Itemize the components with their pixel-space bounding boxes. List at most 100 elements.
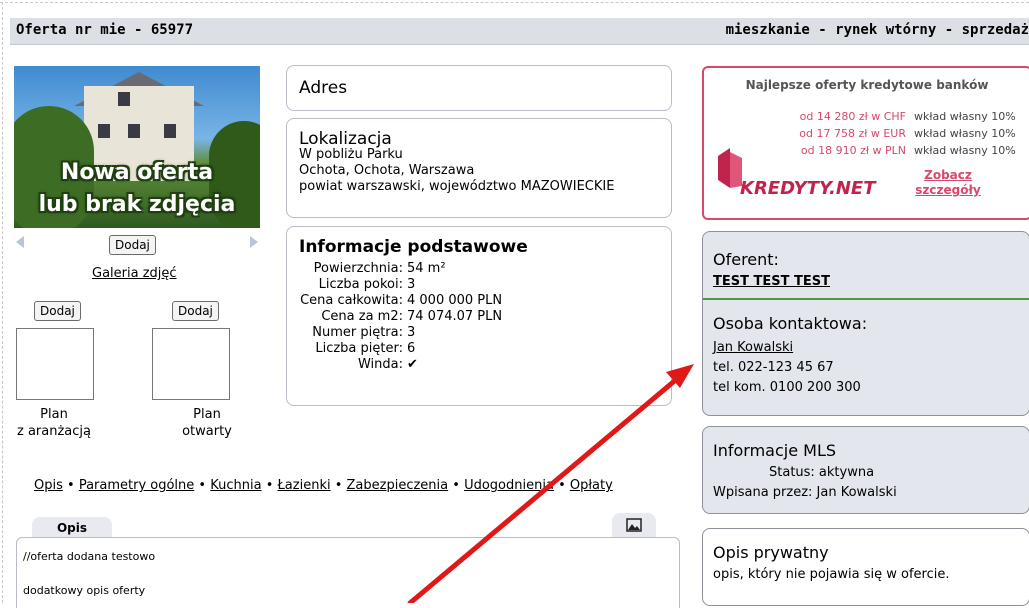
location-title: Lokalizacja [299, 129, 392, 149]
credit-deposit: wkład własny 10% [914, 144, 1016, 157]
nav-link[interactable]: Zabezpieczenia [347, 478, 449, 493]
basic-info-value: 3 [407, 277, 416, 292]
credit-ad-banner[interactable]: Najlepsze oferty kredytowe banków od 14 … [702, 66, 1029, 220]
credit-row: od 14 280 zł w CHF wkład własny 10% [766, 110, 1016, 123]
description-line2: dodatkowy opis oferty [23, 584, 146, 597]
basic-info-value: ✔ [407, 357, 418, 372]
location-panel: Lokalizacja W pobliżu Parku Ochota, Ocho… [286, 118, 672, 218]
nav-separator: • [261, 478, 278, 493]
plan-caption-line2: z aranżacją [17, 424, 91, 439]
nav-link[interactable]: Parametry ogólne [79, 478, 194, 493]
window [98, 124, 110, 138]
add-plan-arrangement-button[interactable]: Dodaj [34, 301, 81, 321]
basic-info-key: Cena całkowita: [300, 293, 403, 308]
basic-info-panel: Informacje podstawowe Powierzchnia: 54 m²… [286, 226, 672, 406]
private-note-panel: Opis prywatny opis, który nie pojawia si… [702, 528, 1029, 606]
address-panel: Adres [286, 65, 672, 111]
nav-separator: • [448, 478, 465, 493]
private-note-title: Opis prywatny [713, 543, 829, 562]
credit-row: od 18 910 zł w PLN wkład własny 10% [766, 144, 1016, 157]
location-content: Lokalizacja W pobliżu Parku Ochota, Ocho… [299, 131, 614, 195]
credit-more-link[interactable]: Zobacz szczegóły [910, 168, 986, 198]
credit-deposit: wkład własny 10% [914, 110, 1016, 123]
basic-info-row: Cena całkowita: 4 000 000 PLN [287, 293, 667, 309]
nav-separator: • [62, 478, 79, 493]
basic-info-key: Powierzchnia: [313, 261, 403, 276]
plan-caption-line1: Plan [193, 407, 221, 422]
basic-info-row: Numer piętra: 3 [287, 325, 667, 341]
description-tabbar: Opis [16, 511, 678, 537]
dotted-border-top [0, 2, 1029, 3]
contact-mobile: tel kom. 0100 200 300 [713, 380, 861, 395]
mls-status: Status: aktywna [769, 465, 875, 480]
offerer-name[interactable]: TEST TEST TEST [713, 274, 830, 289]
address-title: Adres [299, 78, 348, 98]
plan-arrangement-caption: Plan z aranżacją [4, 406, 104, 440]
next-photo-icon[interactable] [250, 236, 258, 248]
credit-deposit: wkład własny 10% [914, 127, 1016, 140]
nav-separator: • [330, 478, 347, 493]
basic-info-list: Powierzchnia: 54 m² Liczba pokoi: 3 Cena cał… [287, 261, 667, 373]
nav-link[interactable]: Łazienki [278, 478, 331, 493]
window [128, 124, 140, 138]
dotted-border-left [2, 2, 3, 603]
nav-link[interactable]: Udogodnienia [464, 478, 554, 493]
prev-photo-icon[interactable] [16, 236, 24, 248]
contact-name-link[interactable]: Jan Kowalski [713, 340, 793, 355]
basic-info-value: 54 m² [407, 261, 446, 276]
contact-phone: tel. 022-123 45 67 [713, 360, 834, 375]
nav-separator: • [194, 478, 211, 493]
basic-info-row: Liczba pięter: 6 [287, 341, 667, 357]
basic-info-value: 74 074.07 PLN [407, 309, 503, 324]
location-line1: W pobliżu Parku [299, 147, 403, 162]
credit-more-line2: szczegóły [915, 183, 981, 197]
credit-amount: od 18 910 zł w PLN [800, 144, 906, 157]
basic-info-key: Liczba pokoi: [318, 277, 403, 292]
credit-ad-title: Najlepsze oferty kredytowe banków [745, 78, 989, 92]
add-plan-open-button[interactable]: Dodaj [172, 301, 219, 321]
tab-opis[interactable]: Opis [32, 517, 112, 537]
photo-gallery-link[interactable]: Galeria zdjęć [92, 266, 177, 281]
basic-info-row: Powierzchnia: 54 m² [287, 261, 667, 277]
basic-info-row: Cena za m2: 74 074.07 PLN [287, 309, 667, 325]
photo-overlay-line1: Nowa oferta [60, 160, 214, 185]
basic-info-row: Liczba pokoi: 3 [287, 277, 667, 293]
basic-info-key: Cena za m2: [321, 309, 403, 324]
section-nav: Opis • Parametry ogólne • Kuchnia • Łazi… [34, 478, 613, 493]
picture-icon [626, 518, 642, 532]
nav-link[interactable]: Opłaty [570, 478, 613, 493]
mls-panel: Informacje MLS Status: aktywna Wpisana p… [702, 426, 1029, 514]
description-line1: //oferta dodana testowo [23, 550, 156, 563]
window [118, 92, 130, 106]
description-box: //oferta dodana testowo dodatkowy opis o… [16, 537, 680, 608]
plan-caption-line1: Plan [40, 407, 68, 422]
plan-caption-line2: otwarty [182, 424, 232, 439]
credit-more-line1: Zobacz [924, 168, 972, 182]
nav-separator: • [553, 478, 570, 493]
offerer-title: Oferent: [713, 250, 779, 269]
basic-info-value: 6 [407, 341, 416, 356]
offerer-panel: Oferent: TEST TEST TEST Osoba kontaktowa… [702, 231, 1029, 416]
basic-info-key: Liczba pięter: [315, 341, 403, 356]
mls-entered-by: Wpisana przez: Jan Kowalski [713, 485, 897, 500]
credit-amount: od 17 758 zł w EUR [799, 127, 906, 140]
window [164, 124, 176, 138]
offer-type: mieszkanie - rynek wtórny - sprzedaż [725, 22, 1029, 38]
add-photo-button[interactable]: Dodaj [109, 235, 156, 255]
plan-arrangement-thumbnail[interactable] [16, 328, 94, 400]
basic-info-key: Winda: [357, 357, 403, 372]
offer-header-bar: Oferta nr mie - 65977 mieszkanie - rynek… [10, 18, 1029, 45]
tab-image[interactable] [612, 513, 656, 537]
credit-amount: od 14 280 zł w CHF [799, 110, 906, 123]
mls-title: Informacje MLS [713, 441, 837, 460]
location-line2: Ochota, Ochota, Warszawa [299, 163, 475, 178]
basic-info-value: 4 000 000 PLN [407, 293, 503, 308]
location-line3: powiat warszawski, województwo MAZOWIECK… [299, 179, 615, 194]
nav-link[interactable]: Kuchnia [210, 478, 261, 493]
offer-photo[interactable]: Nowa oferta lub brak zdjęcia [14, 66, 260, 228]
offerer-divider [703, 298, 1029, 300]
plan-open-thumbnail[interactable] [152, 328, 230, 400]
nav-link[interactable]: Opis [34, 478, 63, 493]
credit-row: od 17 758 zł w EUR wkład własny 10% [766, 127, 1016, 140]
credit-brand: KREDYTY.NET [740, 178, 876, 199]
